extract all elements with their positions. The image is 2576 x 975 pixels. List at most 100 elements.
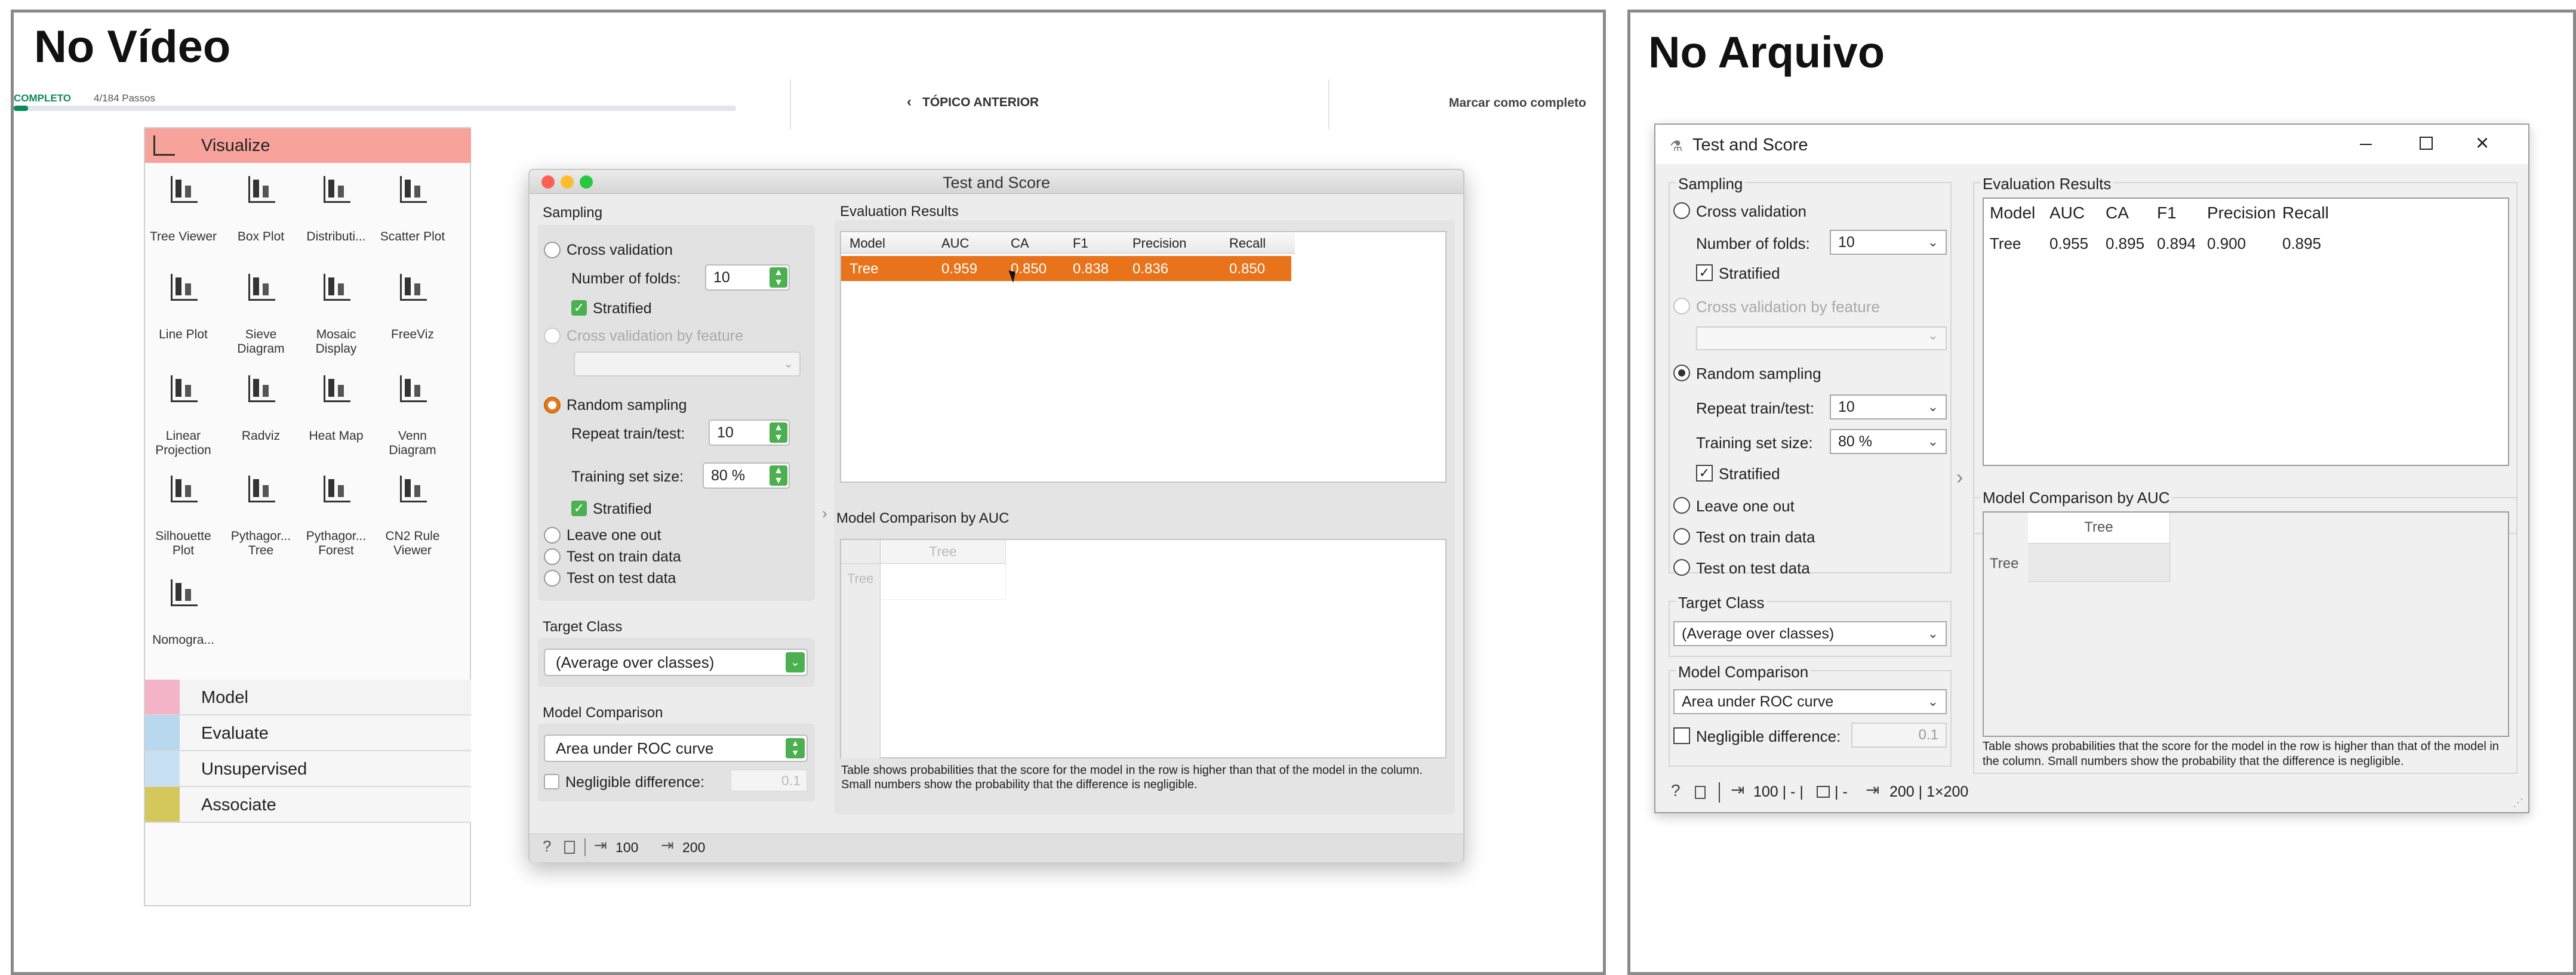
- leave-one-out-radio[interactable]: [1673, 497, 1690, 514]
- leave-one-out-radio[interactable]: [544, 527, 561, 544]
- category-unsupervised[interactable]: Unsupervised: [145, 751, 471, 787]
- category-model[interactable]: Model: [145, 680, 471, 715]
- cv-by-feature-radio[interactable]: [544, 328, 561, 344]
- negligible-input[interactable]: 0.1: [730, 769, 808, 792]
- cross-validation-radio[interactable]: [1673, 202, 1690, 219]
- maximize-icon[interactable]: [2420, 137, 2433, 150]
- stratified-2-checkbox[interactable]: ✓: [571, 501, 587, 516]
- previous-topic-label: TÓPICO ANTERIOR: [922, 95, 1039, 109]
- close-icon[interactable]: ×: [2476, 131, 2489, 156]
- row-header: Tree: [1990, 556, 2019, 572]
- metric-cell: 0.836: [1132, 261, 1169, 277]
- folds-value: 10: [713, 269, 730, 286]
- training-size-select[interactable]: 80 % ⌄: [1830, 429, 1947, 454]
- metric-cell: 0.895: [2282, 235, 2322, 252]
- column-header[interactable]: Recall: [2282, 203, 2329, 223]
- repeat-label: Repeat train/test:: [571, 425, 685, 442]
- random-sampling-radio[interactable]: [544, 397, 561, 414]
- column-header[interactable]: F1: [2157, 203, 2177, 223]
- resize-grip-icon[interactable]: ⋰: [2513, 797, 2523, 809]
- splitter-handle-icon[interactable]: ›: [822, 504, 827, 523]
- stratified-2-checkbox[interactable]: ✓: [1696, 465, 1713, 482]
- previous-topic-link[interactable]: ‹ TÓPICO ANTERIOR: [907, 94, 1039, 110]
- negligible-input[interactable]: 0.1: [1851, 723, 1947, 748]
- folds-label: Number of folds:: [571, 270, 681, 287]
- stepper-icon[interactable]: ▲ ▼: [786, 738, 805, 758]
- target-class-title: Target Class: [1676, 594, 1767, 612]
- target-class-select[interactable]: (Average over classes) ⌄: [544, 649, 808, 676]
- category-associate[interactable]: Associate: [145, 787, 471, 823]
- panel-title: No Vídeo: [34, 21, 231, 72]
- negligible-checkbox[interactable]: [544, 774, 559, 789]
- column-header[interactable]: Recall: [1229, 236, 1266, 251]
- folds-select[interactable]: 10 ⌄: [1830, 230, 1947, 255]
- metric-cell: 0.959: [941, 261, 978, 277]
- widget-label: Heat Map: [309, 429, 364, 443]
- widget-icon: [395, 269, 430, 304]
- comparison-metric-select[interactable]: Area under ROC curve ▲ ▼: [544, 735, 808, 762]
- column-header[interactable]: Model: [1990, 203, 2035, 223]
- mark-complete-button[interactable]: Marcar como completo: [1449, 96, 1586, 110]
- negligible-value: 0.1: [781, 773, 801, 788]
- feature-select[interactable]: ⌄: [574, 351, 801, 377]
- comparison-metric-select[interactable]: Area under ROC curve ⌄: [1673, 689, 1947, 714]
- help-icon[interactable]: ?: [1671, 781, 1681, 800]
- comparison-note: Table shows probabilities that the score…: [841, 764, 1423, 791]
- column-header[interactable]: Precision: [2207, 203, 2276, 223]
- widget-label: Pythagor... Forest: [306, 529, 367, 557]
- data-summary: | -: [1835, 783, 1848, 800]
- category-evaluate[interactable]: Evaluate: [145, 715, 471, 751]
- repeat-spinbox[interactable]: 10 ▲ ▼: [709, 419, 790, 446]
- widget-label: Pythagor... Tree: [230, 529, 291, 557]
- chevron-down-icon: ⌄: [1927, 399, 1938, 414]
- widget-label: Nomogra...: [152, 633, 214, 647]
- stepper-icon[interactable]: ▲ ▼: [770, 465, 787, 486]
- report-icon[interactable]: [564, 841, 575, 854]
- test-on-test-label: Test on test data: [567, 570, 676, 587]
- column-header[interactable]: AUC: [941, 236, 969, 251]
- negligible-checkbox[interactable]: [1673, 727, 1690, 744]
- model-comparison-title: Model Comparison: [1676, 663, 1811, 681]
- training-size-spinbox[interactable]: 80 % ▲ ▼: [703, 462, 790, 489]
- category-visualize[interactable]: Visualize: [145, 128, 471, 163]
- panel-title: No Arquivo: [1648, 27, 1885, 77]
- cv-by-feature-radio[interactable]: [1673, 298, 1690, 314]
- stratified-checkbox[interactable]: ✓: [1696, 264, 1713, 281]
- test-on-train-radio[interactable]: [544, 548, 561, 565]
- folds-spinbox[interactable]: 10 ▲ ▼: [705, 264, 790, 291]
- repeat-value: 10: [1838, 399, 1855, 415]
- minimize-icon[interactable]: [2360, 144, 2372, 145]
- stratified-checkbox[interactable]: ✓: [571, 300, 587, 316]
- test-on-train-radio[interactable]: [1673, 528, 1690, 545]
- column-header[interactable]: Precision: [1132, 236, 1186, 251]
- category-label: Evaluate: [201, 724, 269, 743]
- stepper-icon[interactable]: ▲ ▼: [770, 422, 787, 443]
- table-row[interactable]: Tree 0.959 0.850 0.838 0.836 0.850: [841, 256, 1291, 281]
- course-status: COMPLETO: [14, 92, 72, 104]
- feature-select[interactable]: ⌄: [1696, 326, 1947, 350]
- column-header[interactable]: F1: [1073, 236, 1088, 251]
- help-icon[interactable]: ?: [543, 837, 551, 856]
- random-sampling-radio[interactable]: [1673, 365, 1690, 381]
- stepper-icon[interactable]: ▲ ▼: [770, 267, 787, 288]
- cross-validation-radio[interactable]: [544, 242, 561, 258]
- widget-label: Radviz: [241, 429, 281, 443]
- cv-by-feature-label: Cross validation by feature: [1696, 298, 1880, 316]
- column-header[interactable]: AUC: [2049, 203, 2085, 223]
- repeat-select[interactable]: 10 ⌄: [1830, 394, 1947, 419]
- splitter-handle-icon[interactable]: ›: [1956, 466, 1963, 489]
- test-on-test-radio[interactable]: [1673, 559, 1690, 576]
- column-header[interactable]: CA: [2106, 203, 2129, 223]
- evaluation-title: Evaluation Results: [1980, 175, 2114, 193]
- target-class-select[interactable]: (Average over classes) ⌄: [1673, 621, 1947, 646]
- widget-icon: [319, 171, 353, 206]
- test-on-test-radio[interactable]: [544, 570, 561, 587]
- table-row[interactable]: Tree 0.955 0.895 0.894 0.900 0.895: [1984, 230, 2342, 256]
- report-icon[interactable]: [1695, 786, 1706, 799]
- column-header[interactable]: CA: [1011, 236, 1029, 251]
- widget-icon: [319, 371, 353, 405]
- output-icon: ⇥: [661, 836, 674, 854]
- column-header[interactable]: Model: [850, 236, 885, 251]
- window-title: Test and Score: [1692, 135, 1808, 155]
- comparison-metric-value: Area under ROC curve: [556, 739, 714, 757]
